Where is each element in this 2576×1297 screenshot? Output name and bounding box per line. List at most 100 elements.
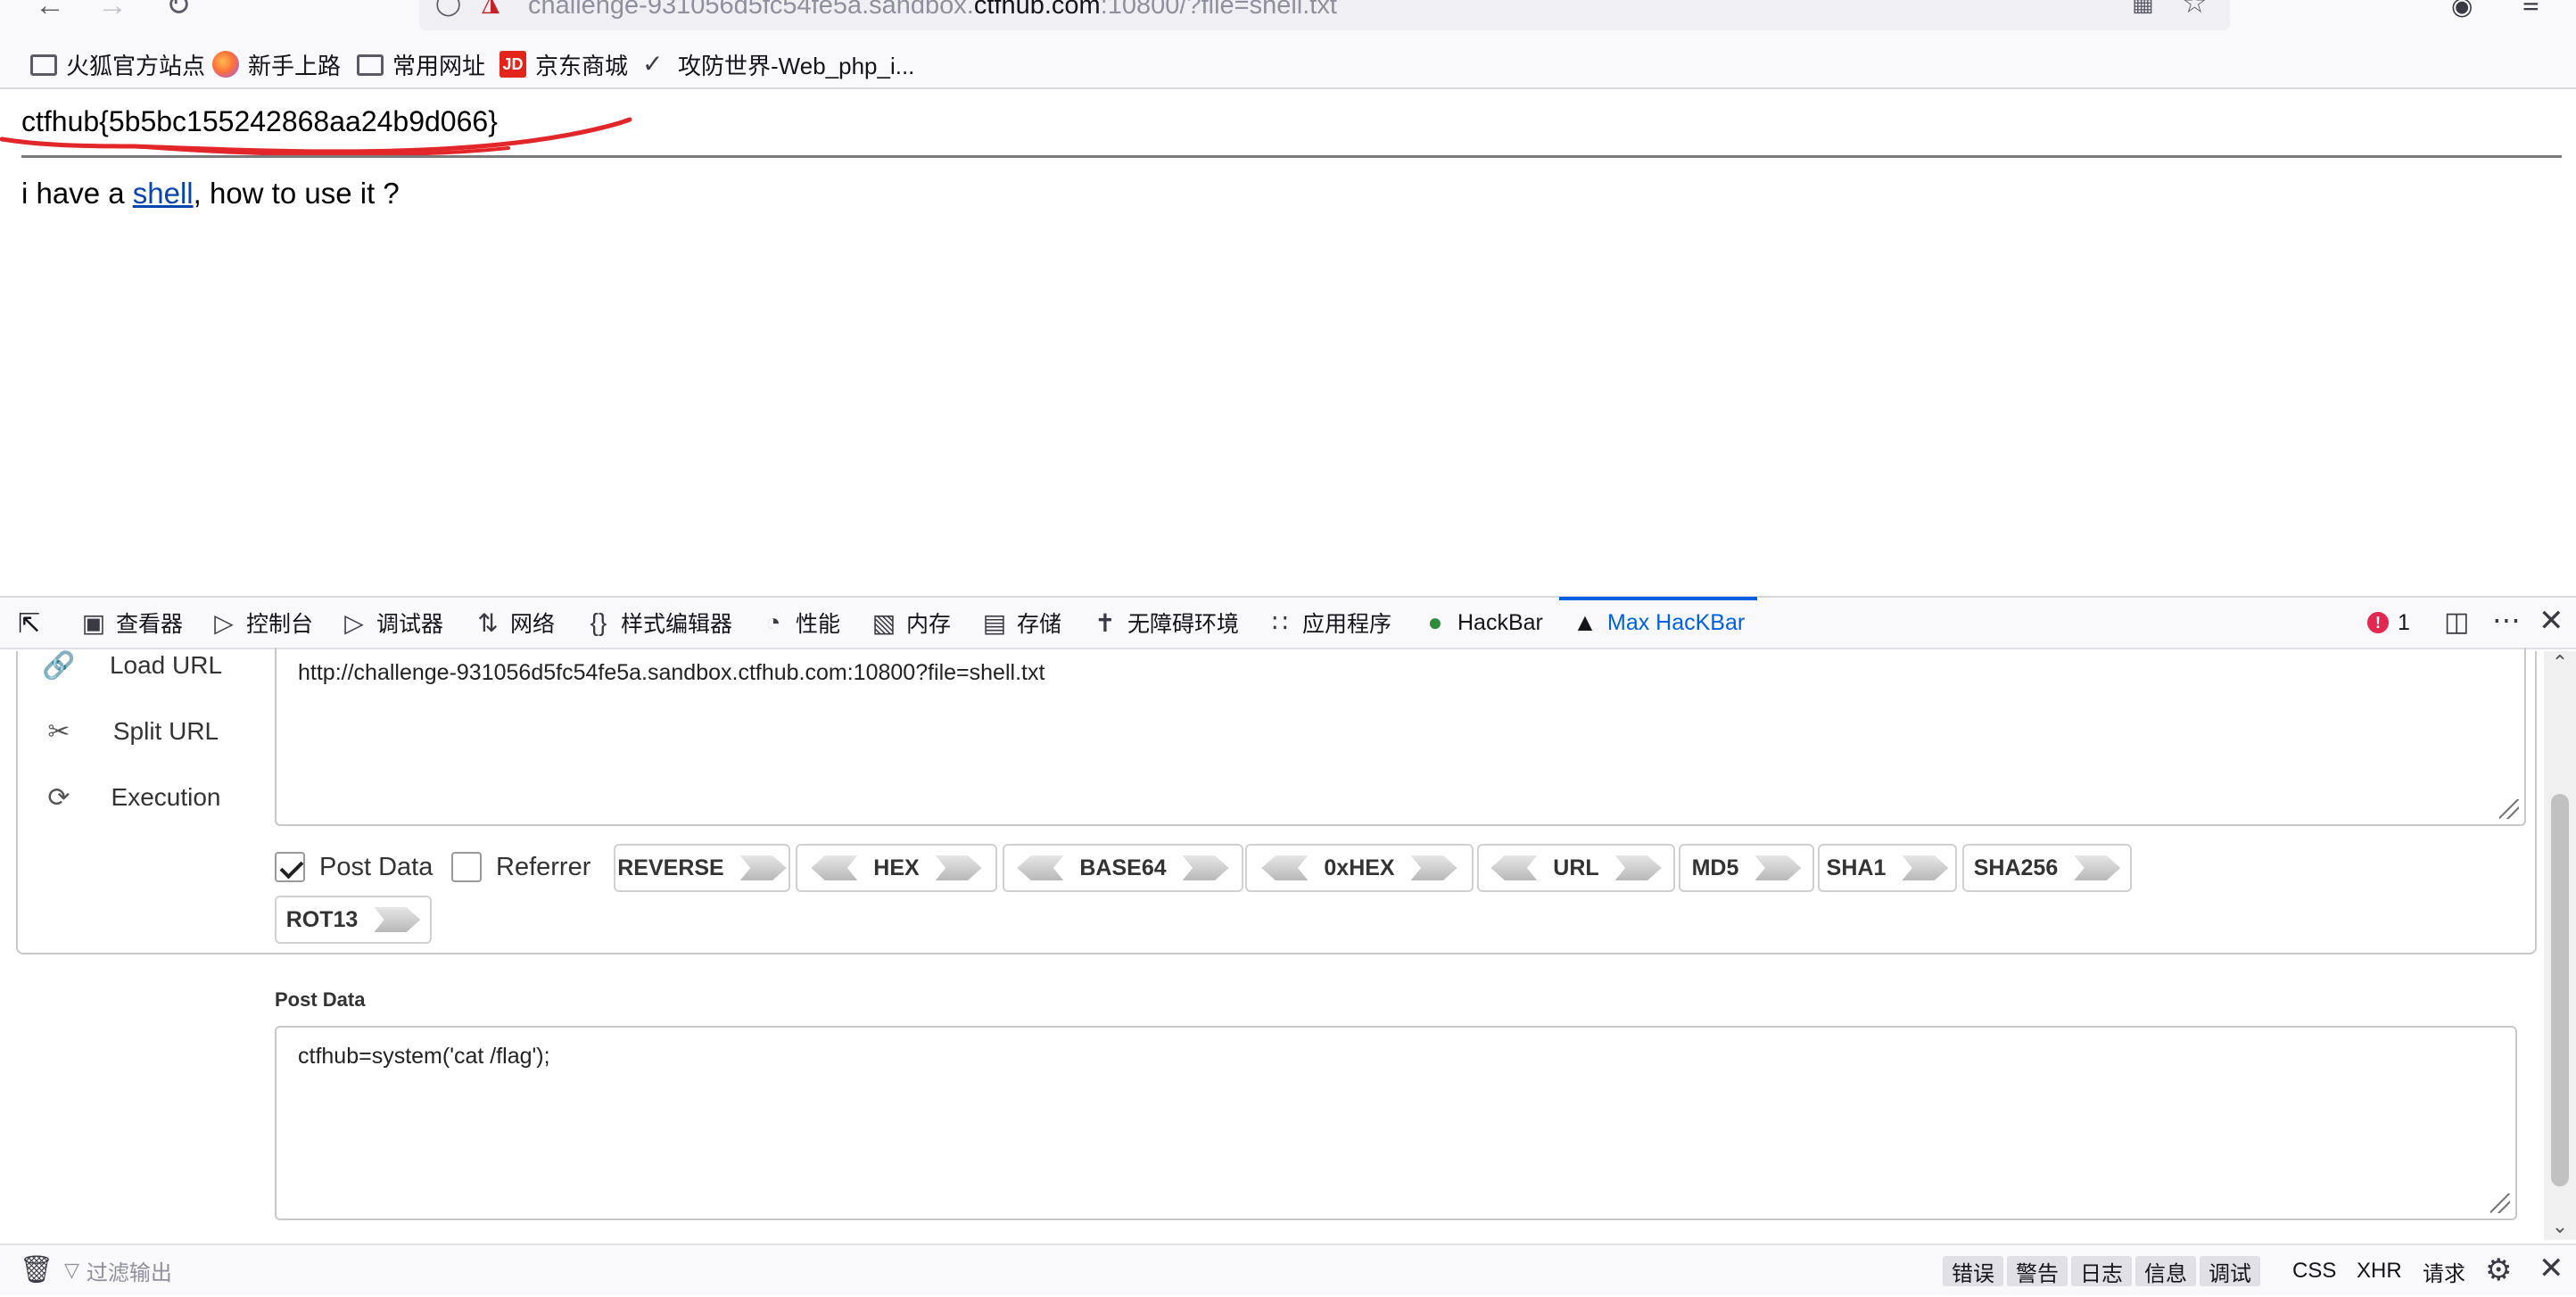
referrer-checkbox[interactable]: Referrer xyxy=(451,849,590,885)
arrow-left-icon xyxy=(1261,855,1309,880)
performance-icon: ◔ xyxy=(765,608,781,636)
execution-button[interactable]: ⟳ Execution xyxy=(32,771,246,824)
url-encode-button[interactable]: URL xyxy=(1477,844,1675,892)
devtools-tabbar: ⇱ ▣ 查看器 ▷ 控制台 ▷ 调试器 ⇅ 网络 {} 样式编辑器 ◔ 性能 ▧ 内存 ▤ 存储… xyxy=(0,597,2576,649)
close-console-icon[interactable]: ✕ xyxy=(2539,1251,2564,1286)
link-icon: 🔗 xyxy=(42,650,76,681)
resize-grip-icon[interactable] xyxy=(2499,799,2519,819)
filter-requests[interactable]: 请求 xyxy=(2414,1256,2474,1286)
0xhex-button[interactable]: 0xHEX xyxy=(1245,844,1474,892)
element-picker-icon[interactable]: ⇱ xyxy=(18,608,40,640)
tab-accessibility[interactable]: ✝ 无障碍环境 xyxy=(1092,598,1239,648)
filter-xhr[interactable]: XHR xyxy=(2348,1256,2411,1286)
close-devtools-icon[interactable]: ✕ xyxy=(2539,603,2564,639)
post-data-textarea[interactable]: ctfhub=system('cat /flag'); xyxy=(275,1026,2517,1220)
jd-icon: JD xyxy=(500,51,526,78)
shield-check-icon: ✓ xyxy=(642,50,664,78)
url-text[interactable]: challenge-931056d5fc54fe5a.sandbox.ctfhu… xyxy=(528,0,1337,21)
split-url-button[interactable]: ✂ Split URL xyxy=(32,705,246,758)
max-hackbar-icon: ▲ xyxy=(1573,608,1598,636)
bookmark-label: 常用网址 xyxy=(392,52,486,79)
bookmark-huohu[interactable]: 火狐官方站点 xyxy=(30,46,205,82)
bookmark-star-icon[interactable]: ☆ xyxy=(2182,0,2208,20)
post-data-checkbox[interactable]: Post Data xyxy=(275,849,433,885)
rot13-button[interactable]: ROT13 xyxy=(275,896,432,944)
arrow-right-icon xyxy=(935,855,982,880)
tab-debugger[interactable]: ▷ 调试器 xyxy=(341,598,443,648)
md5-button[interactable]: MD5 xyxy=(1679,844,1814,892)
filter-errors[interactable]: 错误 xyxy=(1943,1256,2003,1286)
filter-debug[interactable]: 调试 xyxy=(2200,1256,2260,1286)
filter-input[interactable]: ▽ 过滤输出 xyxy=(64,1245,1937,1295)
application-icon: ∷ xyxy=(1272,608,1288,637)
settings-gear-icon[interactable]: ⚙ xyxy=(2485,1252,2512,1288)
arrow-right-icon xyxy=(2074,855,2121,880)
tab-hackbar[interactable]: ● HackBar xyxy=(1422,598,1543,648)
forward-icon[interactable]: → xyxy=(93,0,132,29)
arrow-right-icon xyxy=(1410,855,1457,880)
hex-button[interactable]: HEX xyxy=(796,844,997,892)
load-url-button[interactable]: 🔗 Load URL xyxy=(32,639,246,692)
tab-application[interactable]: ∷ 应用程序 xyxy=(1267,598,1391,648)
post-data-label: Post Data xyxy=(275,988,366,1011)
tab-network[interactable]: ⇅ 网络 xyxy=(475,598,555,648)
arrow-right-icon xyxy=(1182,855,1229,880)
tab-storage[interactable]: ▤ 存储 xyxy=(981,598,1061,648)
scroll-up-icon[interactable]: ⌃ xyxy=(2544,651,2576,674)
reload-icon[interactable]: ↻ xyxy=(159,0,198,29)
qrcode-icon[interactable]: ▦ xyxy=(2132,0,2154,17)
menu-icon[interactable]: ≡ xyxy=(2522,0,2539,21)
url-bar[interactable]: ◯ ◮ challenge-931056d5fc54fe5a.sandbox.c… xyxy=(419,0,2230,30)
arrow-right-icon xyxy=(739,855,787,880)
error-icon: ! xyxy=(2367,612,2389,633)
filter-logs[interactable]: 日志 xyxy=(2071,1256,2132,1286)
tab-style-editor[interactable]: {} 样式编辑器 xyxy=(585,598,732,648)
dock-icon[interactable]: ◫ xyxy=(2444,607,2469,638)
sha256-button[interactable]: SHA256 xyxy=(1962,844,2132,892)
tab-memory[interactable]: ▧ 内存 xyxy=(871,598,951,648)
arrow-right-icon xyxy=(1902,855,1949,880)
arrow-left-icon xyxy=(811,855,858,880)
storage-icon: ▤ xyxy=(982,608,1007,637)
insecure-lock-icon[interactable]: ◮ xyxy=(482,0,500,17)
bookmark-common[interactable]: 常用网址 xyxy=(357,46,485,82)
panel-scrollbar[interactable]: ⌃ ⌄ xyxy=(2544,651,2576,1240)
tab-performance[interactable]: ◔ 性能 xyxy=(760,598,840,648)
console-icon: ▷ xyxy=(214,608,234,637)
refresh-icon: ⟳ xyxy=(47,782,70,813)
url-textarea[interactable]: http://challenge-931056d5fc54fe5a.sandbo… xyxy=(275,648,2526,826)
arrow-right-icon xyxy=(1614,855,1662,880)
scroll-down-icon[interactable]: ⌄ xyxy=(2544,1215,2576,1238)
style-editor-icon: {} xyxy=(590,608,607,636)
checkbox-checked-icon xyxy=(275,852,305,882)
back-icon[interactable]: ← xyxy=(30,0,70,29)
shield-icon[interactable]: ◯ xyxy=(435,0,461,17)
split-console-toolbar: 🗑 ▽ 过滤输出 错误 警告 日志 信息 调试 CSS XHR 请求 ⚙ ✕ xyxy=(0,1243,2576,1295)
more-options-icon[interactable]: ⋯ xyxy=(2492,603,2521,637)
filter-warnings[interactable]: 警告 xyxy=(2007,1256,2068,1286)
arrow-right-icon xyxy=(1754,855,1802,880)
bookmark-adworld[interactable]: ✓ 攻防世界-Web_php_i... xyxy=(642,46,914,82)
filter-icon: ▽ xyxy=(64,1259,79,1281)
filter-css[interactable]: CSS xyxy=(2283,1256,2345,1286)
bookmark-jd[interactable]: JD 京东商城 xyxy=(500,46,628,82)
arrow-left-icon xyxy=(1490,855,1538,880)
tab-max-hackbar[interactable]: ▲ Max HacKBar xyxy=(1558,597,1758,648)
checkbox-unchecked-icon xyxy=(451,852,482,882)
base64-button[interactable]: BASE64 xyxy=(1003,844,1243,892)
reverse-button[interactable]: REVERSE xyxy=(614,844,790,892)
scroll-thumb[interactable] xyxy=(2551,794,2569,1186)
folder-icon xyxy=(357,54,384,76)
account-icon[interactable]: ◉ xyxy=(2451,0,2473,21)
shell-link[interactable]: shell xyxy=(133,177,194,210)
bookmark-newbie[interactable]: 新手上路 xyxy=(212,46,341,82)
filter-info[interactable]: 信息 xyxy=(2135,1256,2196,1286)
memory-icon: ▧ xyxy=(871,608,896,637)
sha1-button[interactable]: SHA1 xyxy=(1818,844,1957,892)
error-counter[interactable]: ! 1 xyxy=(2367,598,2410,648)
debugger-icon: ▷ xyxy=(344,608,364,637)
bookmark-label: 攻防世界-Web_php_i... xyxy=(678,52,915,79)
resize-grip-icon[interactable] xyxy=(2490,1194,2510,1213)
trash-icon[interactable]: 🗑 xyxy=(20,1254,54,1285)
max-hackbar-panel: 🔗 Load URL ✂ Split URL ⟳ Execution http:… xyxy=(0,648,2576,1238)
